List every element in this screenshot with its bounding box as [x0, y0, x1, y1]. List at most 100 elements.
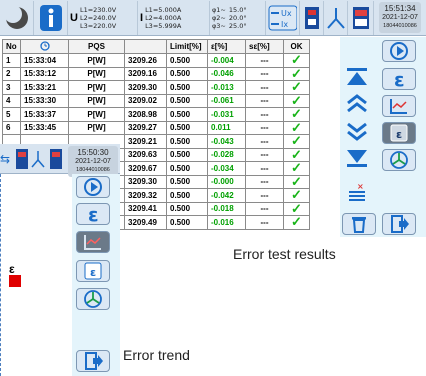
cell-epsilon: -0.013 — [207, 80, 246, 95]
table-row[interactable]: 1 15:33:04 P[W] 3209.26 0.500 -0.004 --- ✓ — [2, 53, 310, 68]
device-serial: 18044010086 — [383, 23, 417, 29]
page-down-button[interactable] — [342, 120, 372, 142]
cell-no: 3 — [2, 80, 21, 95]
ux-ix-button[interactable]: Ux Ix — [266, 0, 300, 35]
play-button[interactable] — [382, 40, 416, 62]
cell-no: 1 — [2, 53, 21, 68]
cell-epsilon: -0.042 — [207, 188, 246, 203]
meter-icon — [304, 6, 319, 29]
scroll-bottom-icon — [347, 150, 367, 167]
trend-button[interactable] — [382, 95, 416, 117]
cell-limit: 0.500 — [166, 93, 208, 108]
cell-epsilon: -0.031 — [207, 107, 246, 122]
svg-text:⇆: ⇆ — [0, 152, 10, 166]
cell-s-epsilon: --- — [245, 161, 284, 176]
cell-no: 6 — [2, 120, 21, 135]
svg-text:ε: ε — [394, 69, 405, 89]
col-epsilon: ε[%] — [207, 39, 246, 54]
trend-table-button[interactable]: ε — [76, 260, 110, 282]
cell-s-epsilon: --- — [245, 93, 284, 108]
trend-chart-button[interactable] — [76, 231, 110, 253]
cell-s-epsilon: --- — [245, 134, 284, 149]
chevron-double-down-icon — [347, 122, 367, 141]
cell-no: 2 — [2, 66, 21, 81]
cell-time: 15:33:45 — [20, 120, 69, 135]
cell-value: 3209.16 — [124, 66, 167, 81]
cell-pqs: P[W] — [68, 66, 125, 81]
cell-pqs: P[W] — [68, 120, 125, 135]
cell-value: 3209.26 — [124, 53, 167, 68]
info-button[interactable] — [34, 0, 68, 35]
epsilon-table-button[interactable]: ε — [382, 122, 416, 144]
phase-diagram-button[interactable] — [382, 149, 416, 171]
cell-time: 15:33:12 — [20, 66, 69, 81]
scroll-top-button[interactable] — [342, 66, 372, 88]
scroll-top-icon — [347, 68, 367, 85]
cell-s-epsilon: --- — [245, 53, 284, 68]
cell-value: 3209.30 — [124, 80, 167, 95]
trend-status-bar: ⇆ 15:50:30 2021-12-07 18044010086 — [0, 144, 120, 177]
epsilon-table-icon: ε — [84, 262, 102, 280]
status-bar: U L1=230.0V L2=240.0V L3=220.0V I L1=5.0… — [0, 0, 426, 36]
voltage-l1: L1=230.0V — [79, 5, 117, 14]
menu-button[interactable] — [0, 0, 34, 35]
table-header-row: No PQS Limit[%] ε[%] sε[%] OK — [2, 39, 310, 54]
cell-limit: 0.500 — [166, 53, 208, 68]
wiring-button[interactable] — [324, 0, 348, 35]
cell-value: 3209.41 — [124, 201, 167, 216]
cell-s-epsilon: --- — [245, 201, 284, 216]
svg-text:ε: ε — [90, 266, 96, 279]
table-row[interactable]: 4 15:33:30 P[W] 3209.02 0.500 -0.061 --- ✓ — [2, 93, 310, 108]
phase-diagram-icon — [84, 290, 102, 308]
cell-s-epsilon: --- — [245, 66, 284, 81]
cell-limit: 0.500 — [166, 161, 208, 176]
cell-epsilon: -0.043 — [207, 134, 246, 149]
cell-limit: 0.500 — [166, 120, 208, 135]
play-icon — [390, 42, 408, 60]
table-row[interactable]: 5 15:33:37 P[W] 3208.98 0.500 -0.031 --- ✓ — [2, 107, 310, 122]
cell-s-epsilon: --- — [245, 215, 284, 230]
cell-s-epsilon: --- — [245, 120, 284, 135]
page-up-button[interactable] — [342, 93, 372, 115]
star-connection-icon — [327, 7, 345, 29]
trend-toolbar: ε ε — [72, 174, 120, 376]
svg-text:Ix: Ix — [281, 20, 288, 29]
voltage-l2: L2=240.0V — [79, 13, 117, 22]
trend-epsilon-button[interactable]: ε — [76, 203, 110, 225]
error-test-results-caption: Error test results — [233, 246, 336, 262]
cell-value: 3209.21 — [124, 134, 167, 149]
table-row[interactable]: 2 15:33:12 P[W] 3209.16 0.500 -0.046 --- ✓ — [2, 66, 310, 81]
delete-list-button[interactable]: × — [342, 182, 372, 204]
clock-time: 15:51:34 — [384, 4, 416, 13]
cell-value: 3209.49 — [124, 215, 167, 230]
info-icon — [39, 4, 62, 31]
checkmark-icon: ✓ — [291, 214, 302, 230]
exit-button[interactable] — [382, 213, 416, 235]
table-row[interactable]: 6 15:33:45 P[W] 3209.27 0.500 0.011 --- ✓ — [2, 120, 310, 135]
chevron-double-up-icon — [347, 94, 367, 113]
cell-epsilon: -0.028 — [207, 147, 246, 162]
col-pqs: PQS — [68, 39, 125, 54]
cell-epsilon: -0.016 — [207, 215, 246, 230]
cell-limit: 0.500 — [166, 80, 208, 95]
cell-time: 15:33:04 — [20, 53, 69, 68]
trash-button[interactable] — [342, 213, 376, 235]
trend-exit-button[interactable] — [76, 350, 110, 372]
phase-diagram-icon — [390, 151, 408, 169]
trend-time: 15:50:30 — [77, 148, 109, 157]
moon-icon — [3, 4, 28, 29]
cell-limit: 0.500 — [166, 134, 208, 149]
table-row[interactable]: 3 15:33:21 P[W] 3209.30 0.500 -0.013 --- ✓ — [2, 80, 310, 95]
trend-chart-icon — [390, 99, 407, 114]
cell-value: 3209.02 — [124, 93, 167, 108]
current-panel: I L1=5.000A L2=4.000A L3=5.999A — [138, 0, 210, 35]
meter-button[interactable] — [300, 0, 324, 35]
trend-phase-button[interactable] — [76, 288, 110, 310]
device-button[interactable] — [348, 0, 374, 35]
trend-play-button[interactable] — [76, 176, 110, 198]
cell-time: 15:33:37 — [20, 107, 69, 122]
epsilon-button[interactable]: ε — [382, 68, 416, 90]
epsilon-icon: ε — [88, 204, 99, 224]
cell-ok: ✓ — [283, 214, 310, 230]
scroll-bottom-button[interactable] — [342, 147, 372, 169]
